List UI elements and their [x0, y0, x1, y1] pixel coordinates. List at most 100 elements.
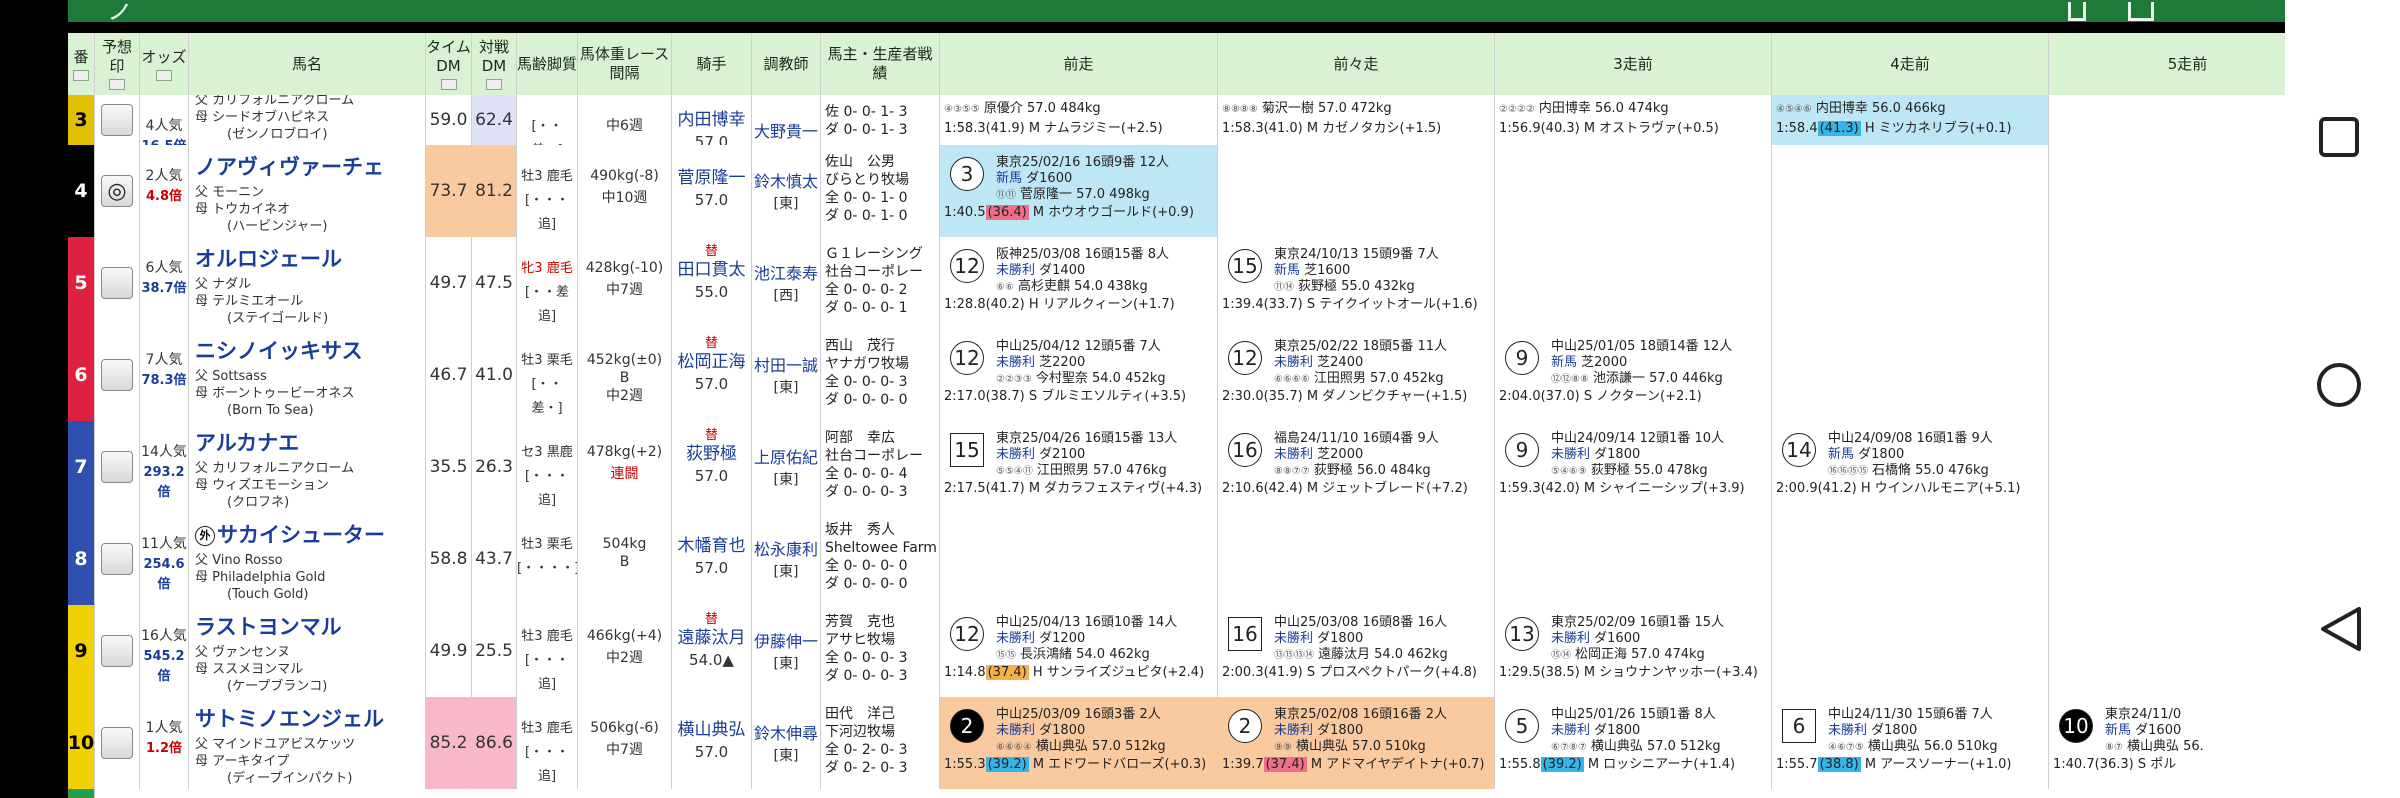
- header-vs-dm[interactable]: 対戦DM: [472, 33, 517, 95]
- prediction-mark[interactable]: [95, 329, 140, 421]
- back-button[interactable]: [2319, 606, 2363, 652]
- prediction-mark-button[interactable]: [101, 267, 133, 299]
- trainer[interactable]: 村田一誠 [東]: [752, 329, 821, 421]
- past-race-1[interactable]: 12 阪神25/03/08 16頭15番 8人 未勝利 ダ1400 ⑥⑥ 高杉吏麒 54…: [940, 237, 1218, 329]
- sort-button[interactable]: [109, 79, 125, 90]
- trainer[interactable]: 大野貴一[東]: [752, 95, 821, 145]
- trainer-name-link[interactable]: 大野貴一: [754, 122, 818, 141]
- trainer[interactable]: 上原佑紀 [東]: [752, 421, 821, 513]
- past-race-4[interactable]: [1772, 145, 2049, 237]
- horse-info[interactable]: ラストヨンマル父 ヴァンセンヌ母 ススメヨンマル (ケープブランコ): [189, 605, 426, 697]
- prediction-mark[interactable]: [95, 95, 140, 145]
- past-race-2[interactable]: 15 東京24/10/13 15頭9番 7人 新馬 芝1600 ⑪⑭ 荻野極 55.0 …: [1218, 237, 1495, 329]
- past-race-1[interactable]: 3 東京25/02/16 16頭9番 12人 新馬 ダ1600 ⑪⑪ 菅原隆一 57.0…: [940, 145, 1218, 237]
- horse-name-link[interactable]: オルロジェール: [195, 247, 425, 271]
- horse-name-link[interactable]: 外サカイシューター: [195, 523, 425, 547]
- sort-button[interactable]: [156, 69, 172, 81]
- header-horse-name[interactable]: 馬名: [189, 33, 426, 95]
- trainer[interactable]: 伊藤伸一 [東]: [752, 605, 821, 697]
- past-race-2[interactable]: [1218, 145, 1495, 237]
- trainer-name-link[interactable]: 鈴木伸尋: [754, 724, 818, 743]
- trainer[interactable]: 鈴木慎太 [東]: [752, 145, 821, 237]
- header-odds[interactable]: オッズ: [140, 33, 189, 95]
- past-race-1[interactable]: [940, 513, 1218, 605]
- jockey-name-link[interactable]: 荻野極: [672, 443, 751, 465]
- header-owner[interactable]: 馬主・生産者戦績: [821, 33, 940, 95]
- horse-info[interactable]: オルロジェール父 ナダル母 テルミエオール (ステイゴールド): [189, 237, 426, 329]
- jockey[interactable]: 替遠藤汰月 54.0▲: [672, 605, 752, 697]
- jockey[interactable]: 横山典弘 57.0: [672, 697, 752, 789]
- past-race-4[interactable]: 14 中山24/09/08 16頭1番 9人 新馬 ダ1800 ⑯⑯⑮⑮ 石橋脩 55.…: [1772, 421, 2049, 513]
- past-race-3[interactable]: [1495, 237, 1772, 329]
- past-race-5[interactable]: [2049, 605, 2285, 697]
- jockey-name-link[interactable]: 遠藤汰月: [672, 627, 751, 649]
- horse-info[interactable]: ノアヴィヴァーチェ父 モーニン母 トウカイネオ (ハービンジャー): [189, 145, 426, 237]
- prediction-mark-button[interactable]: [101, 543, 133, 575]
- past-race-3[interactable]: ②②②② 内田博幸 56.0 474kg 1:56.9(40.3) M オストラヴァ…: [1495, 95, 1772, 145]
- header-age-style[interactable]: 馬齢脚質: [517, 33, 578, 95]
- horse-name-link[interactable]: サトミノエンジェル: [195, 707, 425, 731]
- past-race-1[interactable]: 12 中山25/04/12 12頭5番 7人 未勝利 芝2200 ②②③③ 今村聖奈 5…: [940, 329, 1218, 421]
- past-race-2[interactable]: 16 中山25/03/08 16頭8番 16人 未勝利 ダ1800 ⑬⑬⑬⑭ 遠藤汰月 …: [1218, 605, 1495, 697]
- jockey[interactable]: 菅原隆一 57.0: [672, 145, 752, 237]
- past-race-1[interactable]: 2 中山25/03/09 16頭3番 2人 未勝利 ダ1800 ⑥⑥⑥④ 横山典弘 57…: [940, 697, 1218, 789]
- prediction-mark-button[interactable]: [101, 104, 133, 136]
- horse-name-link[interactable]: ニシノイッキサス: [195, 339, 425, 363]
- horse-info[interactable]: 外サカイシューター父 Vino Rosso 母 Philadelphia Gold…: [189, 513, 426, 605]
- past-race-5[interactable]: [2049, 95, 2285, 145]
- past-race-2[interactable]: [1218, 513, 1495, 605]
- header-race-4[interactable]: 4走前: [1772, 33, 2049, 95]
- trainer[interactable]: 鈴木伸尋 [東]: [752, 697, 821, 789]
- trainer-name-link[interactable]: 村田一誠: [754, 356, 818, 375]
- trainer[interactable]: 松永康利 [東]: [752, 513, 821, 605]
- horse-info[interactable]: サトミノエンジェル父 マインドユアビスケッツ母 アーキタイプ (ディープインパクト…: [189, 697, 426, 789]
- trainer-name-link[interactable]: 上原佑紀: [754, 448, 818, 467]
- jockey-name-link[interactable]: 田口貫太: [672, 259, 751, 281]
- past-race-4[interactable]: ④⑤④⑥ 内田博幸 56.0 466kg 1:58.4 (41.3) H ミツカネリブ…: [1772, 95, 2049, 145]
- trainer-name-link[interactable]: 鈴木慎太: [754, 172, 818, 191]
- jockey[interactable]: 替田口貫太 55.0: [672, 237, 752, 329]
- header-race-5[interactable]: 5走前: [2049, 33, 2285, 95]
- header-time-dm[interactable]: タイムDM: [426, 33, 472, 95]
- past-race-5[interactable]: [2049, 329, 2285, 421]
- horse-info[interactable]: アルカナエ父 カリフォルニアクローム母 ウィズエモーション (クロフネ): [189, 421, 426, 513]
- header-race-2[interactable]: 前々走: [1218, 33, 1495, 95]
- trainer-name-link[interactable]: 松永康利: [754, 540, 818, 559]
- recent-apps-button[interactable]: [2319, 117, 2359, 157]
- horse-info[interactable]: 父 カリフォルニアクローム母 シードオブハピネス (ゼンノロブロイ): [189, 95, 426, 145]
- past-race-4[interactable]: [1772, 513, 2049, 605]
- jockey-name-link[interactable]: 木幡育也: [672, 535, 751, 557]
- past-race-5[interactable]: 10 東京24/11/0 新馬 ダ1600 ⑧⑦ 横山典弘 56. 1:40.7(36.3…: [2049, 697, 2285, 789]
- past-race-3[interactable]: 13 東京25/02/09 16頭1番 15人 未勝利 ダ1600 ⑮⑭ 松岡正海 57…: [1495, 605, 1772, 697]
- header-race-1[interactable]: 前走: [940, 33, 1218, 95]
- jockey[interactable]: 替荻野極 57.0: [672, 421, 752, 513]
- past-race-3[interactable]: 5 中山25/01/26 15頭1番 8人 未勝利 ダ1800 ⑥⑦⑧⑦ 横山典弘 57…: [1495, 697, 1772, 789]
- jockey-name-link[interactable]: 内田博幸: [672, 109, 751, 131]
- prediction-mark[interactable]: [95, 605, 140, 697]
- horse-name-link[interactable]: ラストヨンマル: [195, 615, 425, 639]
- sort-button[interactable]: [486, 79, 502, 90]
- past-race-3[interactable]: 9 中山25/01/05 18頭14番 12人 新馬 芝2000 ⑫⑫⑧⑧ 池添謙一 5…: [1495, 329, 1772, 421]
- prediction-mark-button[interactable]: [101, 451, 133, 483]
- past-race-2[interactable]: 16 福島24/11/10 16頭4番 9人 未勝利 芝2000 ⑧⑧⑦⑦ 荻野極 56…: [1218, 421, 1495, 513]
- jockey[interactable]: 内田博幸 57.0: [672, 95, 752, 145]
- jockey[interactable]: 木幡育也 57.0: [672, 513, 752, 605]
- header-num[interactable]: 番: [68, 33, 95, 95]
- header-mark[interactable]: 予想印: [95, 33, 140, 95]
- past-race-4[interactable]: [1772, 237, 2049, 329]
- past-race-2[interactable]: 12 東京25/02/22 18頭5番 11人 未勝利 芝2400 ⑥⑥⑥⑥ 江田照男 …: [1218, 329, 1495, 421]
- past-race-2[interactable]: ⑧⑧⑧⑧ 菊沢一樹 57.0 472kg 1:58.3(41.0) M カゼノタカシ…: [1218, 95, 1495, 145]
- sort-button[interactable]: [73, 69, 89, 81]
- prediction-mark-button[interactable]: [101, 727, 133, 759]
- prediction-mark-button[interactable]: ◎: [101, 175, 133, 207]
- header-trainer[interactable]: 調教師: [752, 33, 821, 95]
- prediction-mark-button[interactable]: [101, 635, 133, 667]
- prediction-mark[interactable]: ◎: [95, 145, 140, 237]
- past-race-5[interactable]: [2049, 145, 2285, 237]
- jockey-name-link[interactable]: 松岡正海: [672, 351, 751, 373]
- horse-info[interactable]: ニシノイッキサス父 Sottsass 母 ボーントゥービーオネス (Born To …: [189, 329, 426, 421]
- home-button[interactable]: [2317, 363, 2361, 407]
- sort-button[interactable]: [440, 79, 457, 90]
- menu-icon[interactable]: [2068, 2, 2086, 21]
- past-race-3[interactable]: [1495, 145, 1772, 237]
